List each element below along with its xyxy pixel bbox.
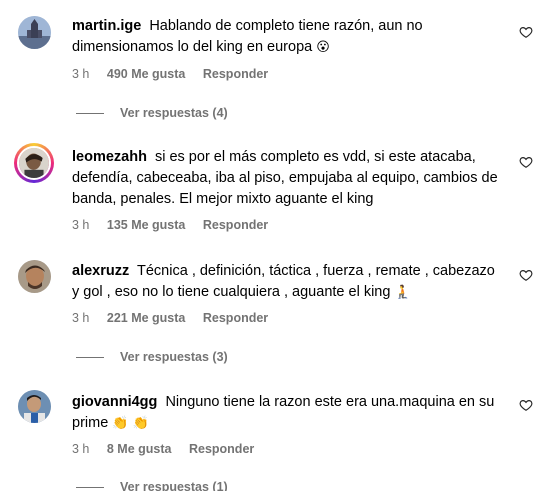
comment-meta: 3 h 8 Me gusta Responder xyxy=(72,442,268,456)
comment-username[interactable]: giovanni4gg xyxy=(72,394,157,410)
divider xyxy=(76,357,104,359)
like-count[interactable]: 135 Me gusta xyxy=(107,218,186,232)
view-replies-label: Ver respuestas (3) xyxy=(120,350,228,364)
emoji: 👏 👏 xyxy=(112,416,149,431)
view-replies-button[interactable]: Ver respuestas (4) xyxy=(76,106,228,120)
emoji: 🧎 xyxy=(394,285,411,300)
comment-meta: 3 h 490 Me gusta Responder xyxy=(72,67,282,81)
divider xyxy=(76,113,104,115)
comment-text: alexruzz Técnica , definición, táctica ,… xyxy=(72,261,502,303)
comment-body: Técnica , definición, táctica , fuerza ,… xyxy=(72,263,495,300)
view-replies-label: Ver respuestas (1) xyxy=(120,480,228,491)
view-replies-label: Ver respuestas (4) xyxy=(120,106,228,120)
comment-time[interactable]: 3 h xyxy=(72,218,89,232)
comment-username[interactable]: alexruzz xyxy=(72,263,129,279)
view-replies-button[interactable]: Ver respuestas (1) xyxy=(76,480,228,491)
like-heart-icon[interactable] xyxy=(519,398,533,412)
comment-text: leomezahh si es por el más completo es v… xyxy=(72,147,502,210)
comment-text: martin.ige Hablando de completo tiene ra… xyxy=(72,16,502,58)
like-heart-icon[interactable] xyxy=(519,268,533,282)
comment-time[interactable]: 3 h xyxy=(72,442,89,456)
avatar[interactable] xyxy=(14,143,54,183)
like-count[interactable]: 490 Me gusta xyxy=(107,67,186,81)
comment-meta: 3 h 135 Me gusta Responder xyxy=(72,218,282,232)
comment-text: giovanni4gg Ninguno tiene la razon este … xyxy=(72,392,502,434)
comment-username[interactable]: leomezahh xyxy=(72,149,147,165)
avatar[interactable] xyxy=(18,390,51,423)
emoji: 😮 xyxy=(316,40,330,55)
view-replies-button[interactable]: Ver respuestas (3) xyxy=(76,350,228,364)
like-heart-icon[interactable] xyxy=(519,155,533,169)
like-count[interactable]: 221 Me gusta xyxy=(107,311,186,325)
reply-button[interactable]: Responder xyxy=(203,218,268,232)
comment-meta: 3 h 221 Me gusta Responder xyxy=(72,311,282,325)
avatar[interactable] xyxy=(18,260,51,293)
like-count[interactable]: 8 Me gusta xyxy=(107,442,172,456)
avatar[interactable] xyxy=(18,16,51,49)
reply-button[interactable]: Responder xyxy=(189,442,254,456)
divider xyxy=(76,487,104,489)
like-heart-icon[interactable] xyxy=(519,25,533,39)
reply-button[interactable]: Responder xyxy=(203,311,268,325)
comment-time[interactable]: 3 h xyxy=(72,311,89,325)
reply-button[interactable]: Responder xyxy=(203,67,268,81)
comment-username[interactable]: martin.ige xyxy=(72,18,141,34)
comment-time[interactable]: 3 h xyxy=(72,67,89,81)
